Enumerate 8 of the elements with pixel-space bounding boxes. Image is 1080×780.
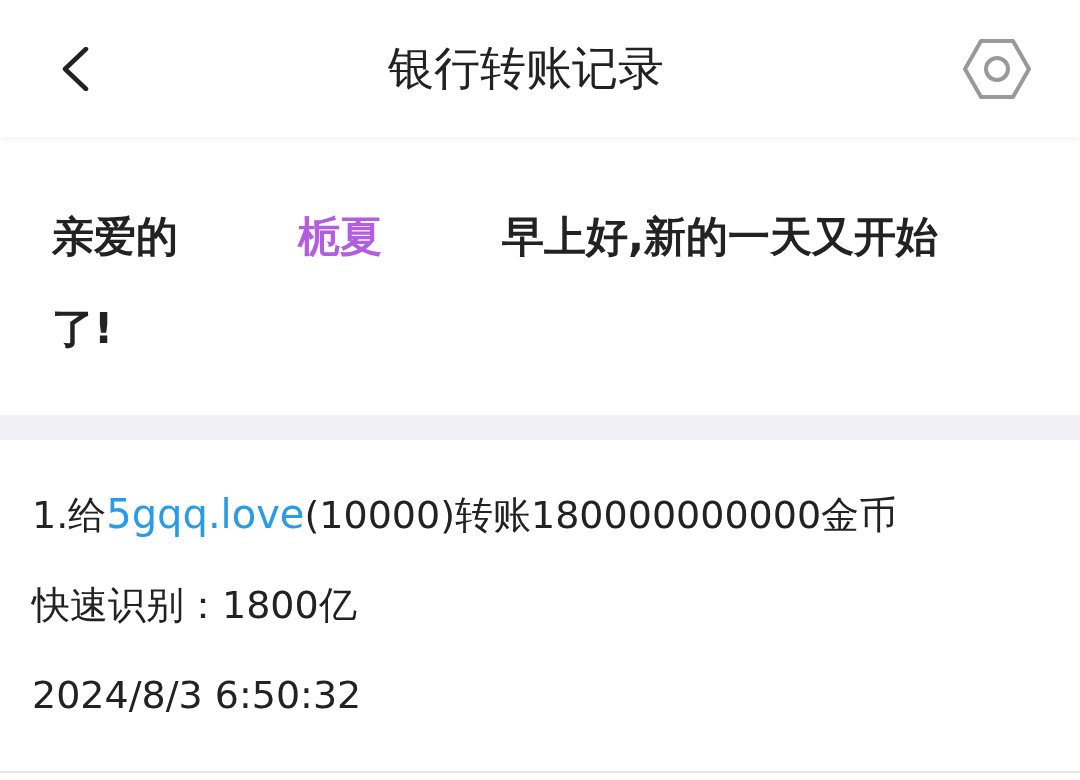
settings-icon[interactable] [962, 37, 1032, 100]
amount-text: 快速识别：1800亿 [32, 583, 357, 627]
page-title: 银行转账记录 [388, 39, 664, 97]
back-icon[interactable] [60, 46, 90, 91]
user-link[interactable]: 5gqq.love [106, 491, 305, 537]
transfer-text: 1.给5gqq.love(10000)转账180000000000金币 [32, 492, 898, 537]
timestamp: 2024/8/3 6:50:32 [32, 673, 362, 717]
greeting-text: 亲爱的 栀夏 早上好,新的一天又开始了! [52, 211, 939, 355]
